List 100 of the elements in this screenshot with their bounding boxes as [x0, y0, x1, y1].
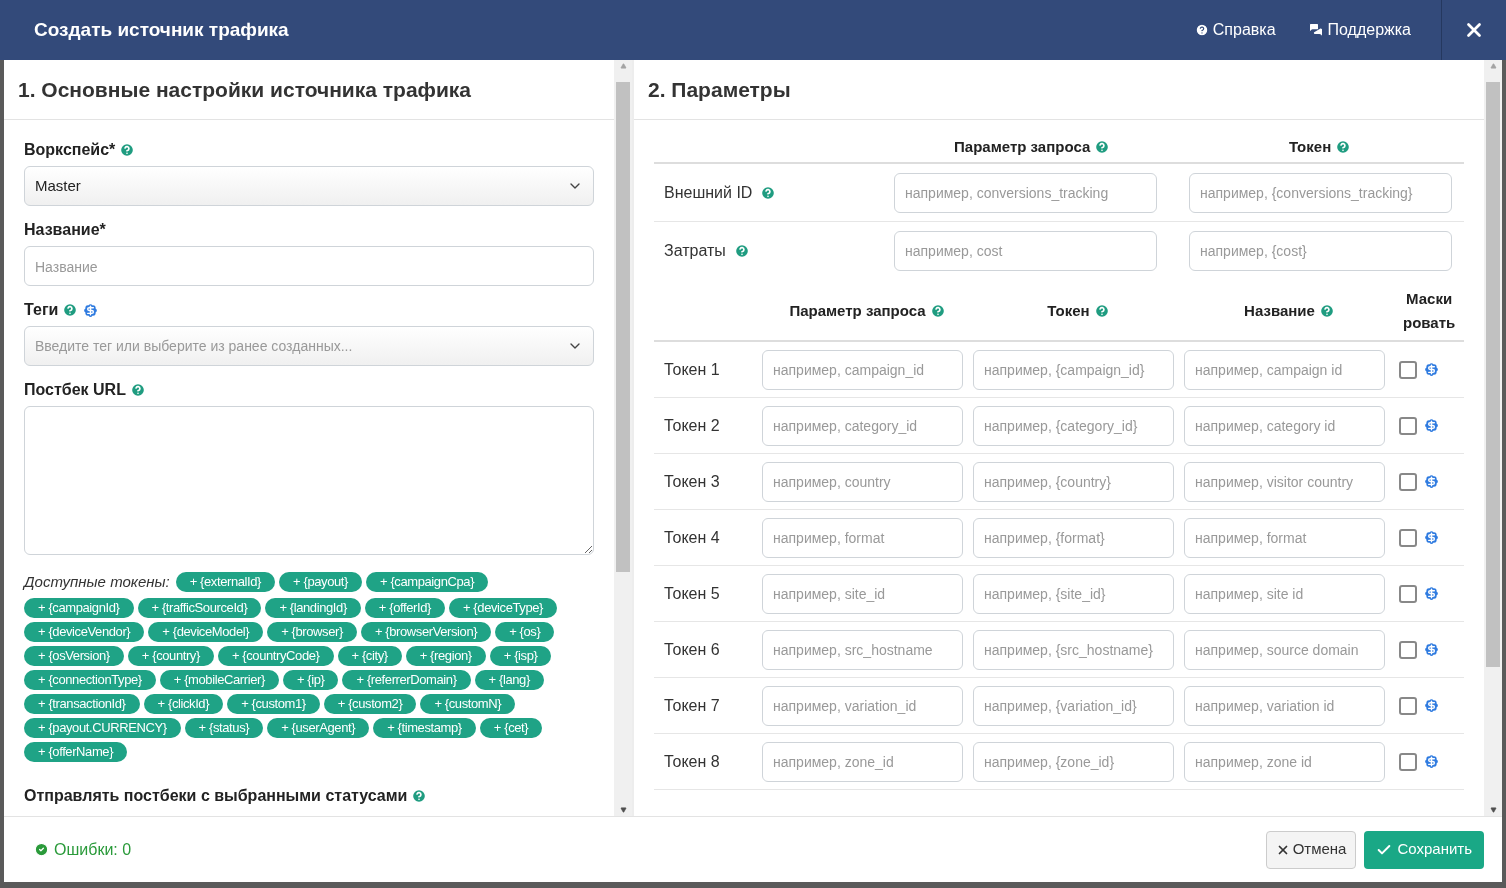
- token-chip[interactable]: + {transactionId}: [24, 693, 140, 714]
- token-chip[interactable]: + {city}: [337, 645, 402, 666]
- token-chip[interactable]: + {userAgent}: [267, 717, 370, 738]
- input-field[interactable]: например, {country}: [973, 461, 1174, 502]
- token-chip[interactable]: + {browserVersion}: [360, 621, 492, 642]
- input-field[interactable]: например, {cost}: [1189, 231, 1452, 271]
- dollar-badge-icon: [1423, 753, 1440, 770]
- help-icon[interactable]: [1318, 303, 1335, 319]
- input-field[interactable]: например, cost: [894, 231, 1157, 271]
- input-field[interactable]: например, country: [762, 461, 963, 502]
- token-chip[interactable]: + {osVersion}: [24, 645, 124, 666]
- token-chip[interactable]: + {payout.CURRENCY}: [24, 717, 181, 738]
- token-chip[interactable]: + {connectionType}: [24, 669, 156, 690]
- input-field[interactable]: например, {src_hostname}: [973, 629, 1174, 670]
- token-chip[interactable]: + {country}: [127, 645, 214, 666]
- token-chip[interactable]: + {deviceType}: [448, 597, 557, 618]
- input-field[interactable]: например, {format}: [973, 517, 1174, 558]
- token-chip[interactable]: + {lang}: [474, 669, 544, 690]
- input-field[interactable]: например, {category_id}: [973, 405, 1174, 446]
- token-chip[interactable]: + {os}: [495, 621, 555, 642]
- dollar-badge-icon: [1423, 361, 1440, 378]
- help-icon[interactable]: [411, 787, 428, 804]
- token-chip[interactable]: + {ip}: [282, 669, 339, 690]
- token-chip[interactable]: + {isp}: [489, 645, 552, 666]
- help-icon[interactable]: [1335, 139, 1352, 155]
- token-chip[interactable]: + {campaignCpa}: [366, 572, 489, 593]
- token-chip[interactable]: + {deviceModel}: [148, 621, 264, 642]
- input-field[interactable]: например, site_id: [762, 573, 963, 614]
- input-field[interactable]: например, source domain: [1184, 629, 1385, 670]
- help-icon[interactable]: [129, 382, 146, 398]
- checkbox[interactable]: [1399, 528, 1417, 547]
- token-chip[interactable]: + {countryCode}: [217, 645, 334, 666]
- help-icon[interactable]: [929, 303, 946, 319]
- input-field[interactable]: например, conversions_tracking: [894, 172, 1157, 213]
- token-chip[interactable]: + {campaignId}: [24, 597, 134, 618]
- token-chip[interactable]: + {timestamp}: [373, 717, 476, 738]
- input-field[interactable]: например, {zone_id}: [973, 741, 1174, 782]
- checkbox[interactable]: [1399, 584, 1417, 603]
- input-field[interactable]: например, variation id: [1184, 685, 1385, 726]
- checkbox[interactable]: [1399, 640, 1417, 659]
- token-chip[interactable]: + {clickId}: [143, 693, 224, 714]
- input-field[interactable]: например, variation_id: [762, 685, 963, 726]
- checkbox[interactable]: [1399, 472, 1417, 491]
- token-chip[interactable]: + {externalId}: [175, 572, 276, 593]
- input-field[interactable]: например, visitor country: [1184, 461, 1385, 502]
- column-header: Название: [1244, 300, 1315, 321]
- checkbox[interactable]: [1399, 416, 1417, 435]
- input-field[interactable]: например, zone_id: [762, 741, 963, 782]
- checkbox[interactable]: [1399, 752, 1417, 771]
- token-chip[interactable]: + {region}: [405, 645, 486, 666]
- input-field[interactable]: например, {conversions_tracking}: [1189, 172, 1452, 213]
- input-field[interactable]: например, {site_id}: [973, 573, 1174, 614]
- help-icon[interactable]: [62, 302, 79, 318]
- scroll-up-icon[interactable]: [1489, 63, 1497, 69]
- input-field[interactable]: например, category_id: [762, 405, 963, 446]
- input-field[interactable]: например, format: [1184, 517, 1385, 558]
- input-field[interactable]: например, category id: [1184, 405, 1385, 446]
- help-icon[interactable]: [733, 243, 750, 259]
- dollar-badge-icon: [1423, 641, 1440, 658]
- token-chip[interactable]: + {custom2}: [323, 693, 417, 714]
- scroll-down-icon[interactable]: [619, 807, 627, 813]
- help-icon[interactable]: [1094, 139, 1111, 155]
- help-icon[interactable]: [119, 142, 136, 158]
- checkbox[interactable]: [1399, 696, 1417, 715]
- token-chip[interactable]: + {deviceVendor}: [24, 621, 145, 642]
- token-chip[interactable]: + {payout}: [279, 572, 362, 593]
- token-chip[interactable]: + {landingId}: [265, 597, 361, 618]
- input-field[interactable]: например, campaign id: [1184, 349, 1385, 390]
- input-field[interactable]: Название: [24, 246, 594, 286]
- select-field[interactable]: Master: [24, 166, 594, 206]
- token-chip[interactable]: + {trafficSourceId}: [137, 597, 262, 618]
- token-chip[interactable]: + {offerId}: [364, 597, 445, 618]
- input-field[interactable]: например, format: [762, 517, 963, 558]
- support-link[interactable]: Поддержка: [1307, 18, 1411, 42]
- token-chip[interactable]: + {status}: [184, 717, 264, 738]
- input-field[interactable]: например, src_hostname: [762, 629, 963, 670]
- token-chip[interactable]: + {browser}: [267, 621, 357, 642]
- help-icon[interactable]: [1093, 303, 1110, 319]
- token-chip[interactable]: + {customN}: [420, 693, 516, 714]
- scroll-down-icon[interactable]: [1489, 807, 1497, 813]
- input-field[interactable]: например, zone id: [1184, 741, 1385, 782]
- input-field[interactable]: например, {variation_id}: [973, 685, 1174, 726]
- input-field[interactable]: например, {campaign_id}: [973, 349, 1174, 390]
- scrollbar[interactable]: [1484, 60, 1502, 816]
- token-chip[interactable]: + {custom1}: [227, 693, 320, 714]
- token-chip[interactable]: + {mobileCarrier}: [159, 669, 279, 690]
- token-chip[interactable]: + {referrerDomain}: [342, 669, 471, 690]
- input-field[interactable]: например, site id: [1184, 573, 1385, 614]
- select-field[interactable]: Введите тег или выберите из ранее созданных...: [24, 326, 594, 366]
- scroll-up-icon[interactable]: [619, 63, 627, 69]
- row-label: Токен 5: [663, 583, 721, 604]
- cancel-button[interactable]: Отмена: [1265, 830, 1357, 869]
- save-button[interactable]: Сохранить: [1364, 830, 1484, 869]
- checkbox[interactable]: [1399, 360, 1417, 379]
- input-field[interactable]: например, campaign_id: [762, 349, 963, 390]
- token-chip[interactable]: + {offerName}: [24, 741, 128, 762]
- scrollbar[interactable]: [614, 60, 632, 816]
- help-link[interactable]: Справка: [1194, 18, 1276, 42]
- help-icon[interactable]: [760, 184, 777, 201]
- token-chip[interactable]: + {cet}: [479, 717, 543, 738]
